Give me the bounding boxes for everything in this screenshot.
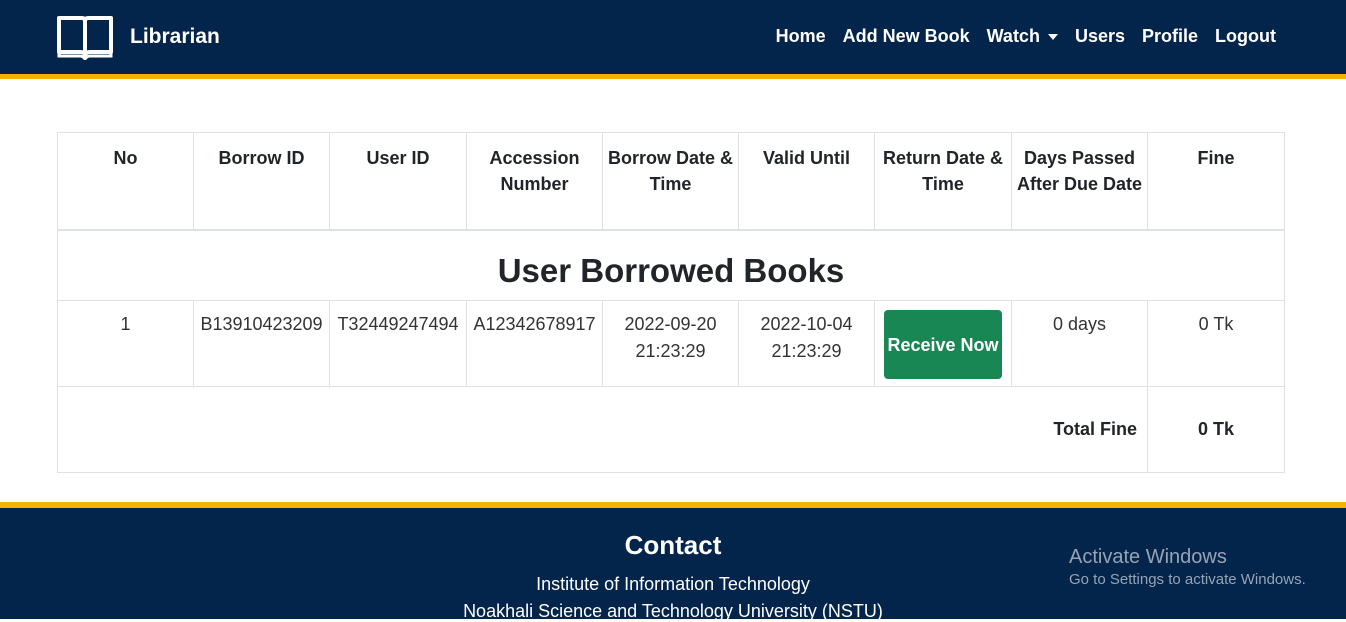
- cell-fine: 0 Tk: [1147, 300, 1285, 387]
- borrowed-books-panel: User Borrowed Books No Borrow ID User ID…: [57, 132, 1285, 473]
- top-navbar: Librarian Home Add New Book Watch Users …: [0, 0, 1346, 79]
- column-header-accession-number: Accession Number: [466, 132, 603, 231]
- caret-down-icon: [1047, 33, 1058, 40]
- column-header-no: No: [57, 132, 194, 231]
- activate-windows-watermark: Activate Windows Go to Settings to activ…: [1069, 546, 1306, 588]
- total-fine-value: 0 Tk: [1147, 386, 1285, 473]
- page-title: User Borrowed Books: [57, 229, 1285, 301]
- watermark-title: Activate Windows: [1069, 546, 1227, 568]
- nav-watch-label: Watch: [986, 26, 1040, 46]
- brand[interactable]: Librarian: [56, 14, 220, 60]
- nav-links: Home Add New Book Watch Users Profile Lo…: [759, 26, 1276, 47]
- column-header-fine: Fine: [1147, 132, 1285, 231]
- nav-watch-dropdown[interactable]: Watch: [987, 26, 1058, 47]
- total-row: Total Fine 0 Tk: [57, 386, 1285, 473]
- watermark-subtitle: Go to Settings to activate Windows.: [1069, 571, 1306, 588]
- cell-no: 1: [57, 300, 194, 387]
- cell-accession: A12342678917: [466, 300, 603, 387]
- brand-name: Librarian: [130, 25, 220, 48]
- total-fine-label: Total Fine: [57, 386, 1148, 473]
- cell-return-date: Receive Now: [874, 300, 1012, 387]
- borrowed-books-table: User Borrowed Books No Borrow ID User ID…: [57, 132, 1285, 473]
- column-header-borrow-id: Borrow ID: [193, 132, 330, 231]
- cell-valid-until: 2022-10-04 21:23:29: [738, 300, 875, 387]
- table-header-row: No Borrow ID User ID Accession Number Bo…: [57, 132, 1285, 231]
- column-header-valid-until: Valid Until: [738, 132, 875, 231]
- cell-borrow-id: B13910423209: [193, 300, 330, 387]
- nav-home[interactable]: Home: [776, 26, 826, 47]
- column-header-borrow-date: Borrow Date & Time: [602, 132, 739, 231]
- cell-days-passed: 0 days: [1011, 300, 1148, 387]
- open-book-icon: [57, 16, 113, 60]
- nav-users[interactable]: Users: [1075, 26, 1125, 47]
- column-header-return-date: Return Date & Time: [874, 132, 1012, 231]
- cell-user-id: T32449247494: [329, 300, 467, 387]
- nav-profile[interactable]: Profile: [1142, 26, 1198, 47]
- column-header-days-passed: Days Passed After Due Date: [1011, 132, 1148, 231]
- table-row: 1 B13910423209 T32449247494 A12342678917…: [57, 300, 1285, 387]
- nav-add-new-book[interactable]: Add New Book: [843, 26, 970, 47]
- cell-borrow-date: 2022-09-20 21:23:29: [602, 300, 739, 387]
- nav-logout[interactable]: Logout: [1215, 26, 1276, 47]
- receive-now-button[interactable]: Receive Now: [884, 310, 1002, 379]
- column-header-user-id: User ID: [329, 132, 467, 231]
